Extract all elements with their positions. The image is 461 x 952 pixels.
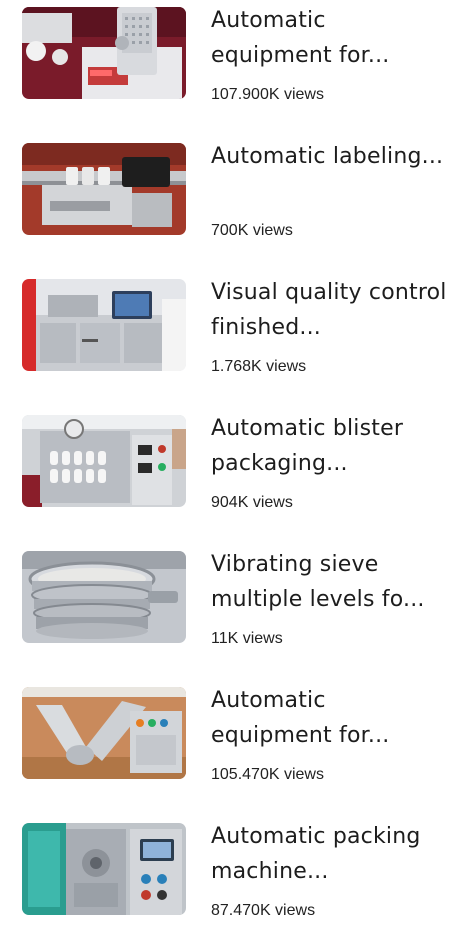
pharma-tester-icon	[22, 7, 186, 99]
video-thumbnail[interactable]	[22, 7, 186, 99]
video-item[interactable]: Visual quality control finished... 1.768…	[0, 272, 461, 408]
video-thumbnail[interactable]	[22, 551, 186, 643]
inspection-machine-icon	[22, 279, 186, 371]
packing-machine-icon	[22, 823, 186, 915]
video-views: 1.768K views	[211, 358, 307, 375]
vibrating-sieve-icon	[22, 551, 186, 643]
video-title[interactable]: Automatic blister packaging...	[211, 411, 447, 481]
video-thumbnail[interactable]	[22, 415, 186, 507]
video-title[interactable]: Automatic equipment for...	[211, 683, 447, 753]
video-thumbnail[interactable]	[22, 279, 186, 371]
video-item[interactable]: Vibrating sieve multiple levels fo... 11…	[0, 544, 461, 680]
video-title[interactable]: Visual quality control finished...	[211, 275, 447, 345]
video-views: 11K views	[211, 630, 283, 647]
video-title[interactable]: Automatic packing machine...	[211, 819, 447, 889]
video-item[interactable]: Automatic equipment for... 107.900K view…	[0, 0, 461, 136]
video-thumbnail[interactable]	[22, 823, 186, 915]
video-title[interactable]: Vibrating sieve multiple levels fo...	[211, 547, 447, 617]
video-thumbnail[interactable]	[22, 143, 186, 235]
labeling-machine-icon	[22, 143, 186, 235]
video-views: 105.470K views	[211, 766, 324, 783]
video-views: 107.900K views	[211, 86, 324, 103]
video-views: 904K views	[211, 494, 293, 511]
video-list: Automatic equipment for... 107.900K view…	[0, 0, 461, 925]
v-mixer-icon	[22, 687, 186, 779]
video-item[interactable]: Automatic packing machine... 87.470K vie…	[0, 816, 461, 952]
video-thumbnail[interactable]	[22, 687, 186, 779]
blister-machine-icon	[22, 415, 186, 507]
video-title[interactable]: Automatic equipment for...	[211, 3, 447, 73]
video-title[interactable]: Automatic labeling...	[211, 139, 447, 174]
video-item[interactable]: Automatic equipment for... 105.470K view…	[0, 680, 461, 816]
video-item[interactable]: Automatic blister packaging... 904K view…	[0, 408, 461, 544]
video-views: 87.470K views	[211, 902, 316, 919]
video-views: 700K views	[211, 222, 293, 239]
video-item[interactable]: Automatic labeling... 700K views	[0, 136, 461, 272]
